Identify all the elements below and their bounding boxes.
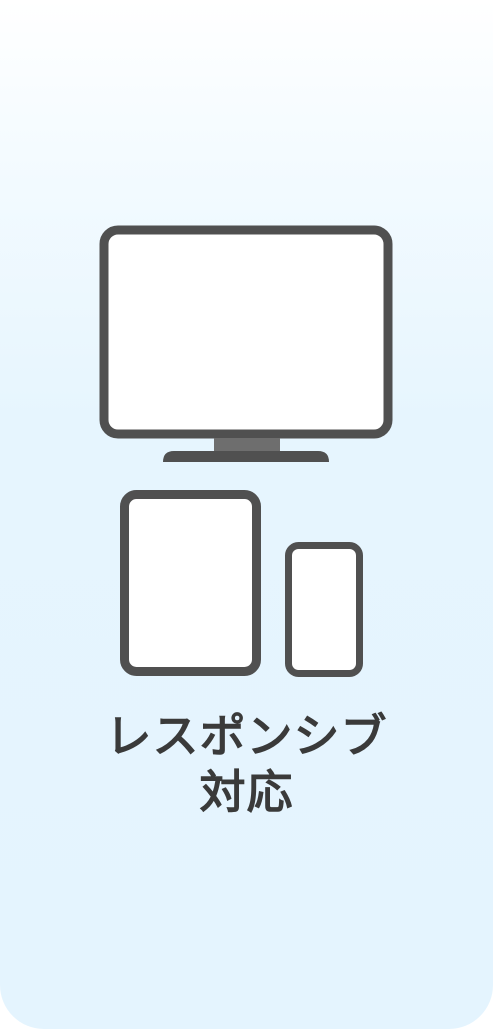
monitor-neck [214, 438, 280, 452]
tablet-screen [120, 490, 261, 676]
caption-line-1: レスポンシブ [105, 709, 388, 763]
feature-caption: レスポンシブ 対応 [0, 708, 493, 820]
responsive-feature-card: レスポンシブ 対応 [0, 0, 493, 1029]
smartphone-icon [285, 542, 363, 677]
monitor-base [163, 451, 329, 462]
tablet-icon [120, 490, 261, 676]
devices-illustration [99, 225, 393, 677]
monitor-screen [99, 225, 393, 439]
phone-screen [285, 542, 363, 677]
monitor-icon [99, 225, 393, 462]
caption-line-2: 対応 [199, 765, 294, 819]
